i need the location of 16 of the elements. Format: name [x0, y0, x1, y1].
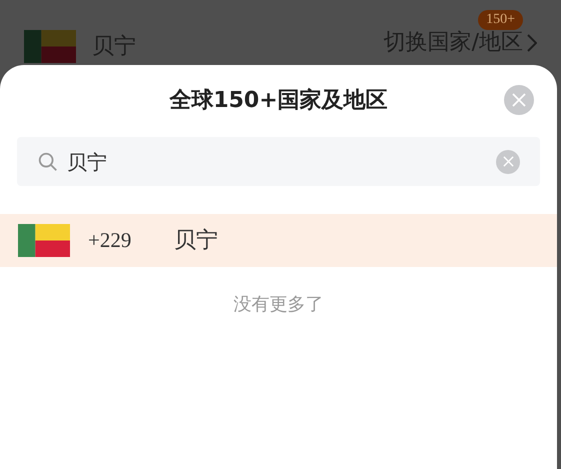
search-field[interactable]: 贝宁 — [67, 146, 488, 176]
country-row[interactable]: +229 贝宁 — [0, 214, 557, 267]
country-name: 贝宁 — [174, 227, 218, 255]
sheet-title: 全球150+国家及地区 — [169, 86, 388, 114]
close-icon — [512, 93, 526, 107]
dial-code: +229 — [88, 226, 132, 254]
clear-icon — [502, 156, 514, 167]
chevron-right-icon — [527, 34, 537, 52]
search-icon — [37, 150, 59, 172]
flag-icon — [18, 224, 70, 257]
flag-icon — [24, 30, 76, 63]
clear-button[interactable] — [496, 150, 520, 174]
close-button[interactable] — [504, 85, 534, 115]
end-of-list-text: 没有更多了 — [234, 293, 324, 317]
count-badge: 150+ — [478, 10, 523, 30]
search-bar[interactable]: 贝宁 — [17, 137, 540, 186]
